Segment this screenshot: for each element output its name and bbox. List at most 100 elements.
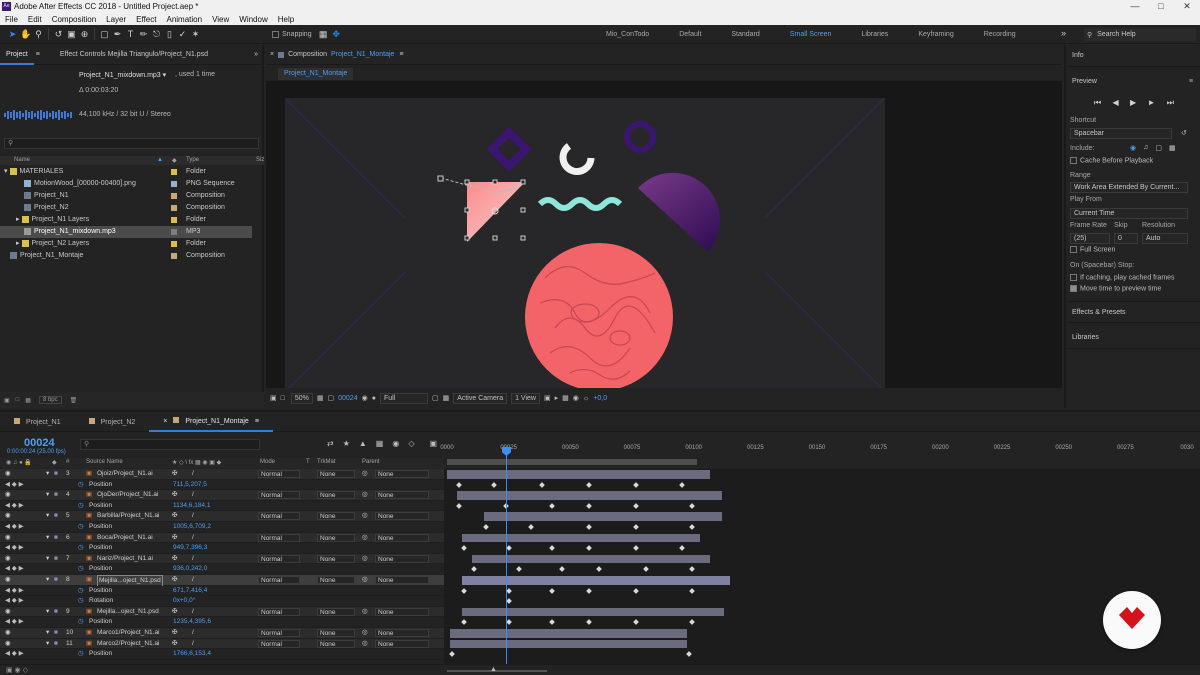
keyframe[interactable] xyxy=(471,566,477,573)
keyframe[interactable] xyxy=(549,587,555,594)
layer-bars-area[interactable] xyxy=(444,469,1200,664)
menu-layer[interactable]: Layer xyxy=(101,15,131,24)
quality-switch-icon[interactable]: / xyxy=(192,639,194,649)
keyframe[interactable] xyxy=(689,587,695,594)
property-value[interactable]: 671,7,416,4 xyxy=(173,586,207,596)
keyframe[interactable] xyxy=(689,502,695,509)
parent-dropdown[interactable]: None xyxy=(375,554,429,563)
expand-arrow-icon[interactable]: ▾ xyxy=(4,168,8,175)
layer-controls-icon[interactable]: ▦ xyxy=(1169,144,1176,152)
views-dropdown[interactable]: 1 View xyxy=(511,392,540,404)
property-value[interactable]: 1766,6,153,4 xyxy=(173,649,211,659)
layer-label-color[interactable]: ■ xyxy=(54,575,58,585)
snap-options-icon[interactable]: ▦ xyxy=(318,29,329,40)
label-color[interactable] xyxy=(171,169,177,175)
menu-window[interactable]: Window xyxy=(234,15,272,24)
composition-viewer[interactable] xyxy=(266,81,1062,392)
region-of-interest-icon[interactable]: ▢ xyxy=(432,394,439,402)
layer-name[interactable]: Nariz/Project_N1.ai xyxy=(97,554,153,564)
menu-help[interactable]: Help xyxy=(273,15,299,24)
stopwatch-icon[interactable]: ◷ xyxy=(78,564,84,574)
flowchart-icon[interactable]: ◉ xyxy=(573,394,579,402)
composition-name[interactable]: Project_N1_Montaje xyxy=(331,51,394,58)
comp-flowchart-tab[interactable]: Project_N1_Montaje xyxy=(278,68,354,80)
layer-expand-arrow-icon[interactable]: ▾ xyxy=(46,639,49,649)
visibility-eye-icon[interactable]: ◉ xyxy=(5,469,11,479)
layer-name[interactable]: Barbilla/Project_N1.ai xyxy=(97,511,160,521)
blend-mode-dropdown[interactable]: Normal xyxy=(258,576,300,584)
layer-name[interactable]: Ojoiz/Project_N1.ai xyxy=(97,469,153,479)
parent-dropdown[interactable]: None xyxy=(375,491,429,500)
visibility-eye-icon[interactable]: ◉ xyxy=(5,554,11,564)
panel-menu-icon[interactable]: ≡ xyxy=(1189,78,1193,85)
project-search-input[interactable]: ⚲ xyxy=(4,138,259,149)
video-toggle-icon[interactable]: ◉ xyxy=(1130,144,1136,152)
parent-dropdown[interactable]: None xyxy=(375,576,429,584)
keyframe[interactable] xyxy=(449,651,455,658)
property-value[interactable]: 1235,4,395,6 xyxy=(173,617,211,627)
blend-mode-dropdown[interactable]: Normal xyxy=(258,470,300,478)
full-screen-option[interactable]: Full Screen xyxy=(1070,246,1115,253)
skip-dropdown[interactable]: 0 xyxy=(1114,233,1138,244)
layer-type-icon[interactable]: ▣ xyxy=(86,533,92,543)
layer-duration-bar[interactable] xyxy=(457,491,722,500)
layer-type-icon[interactable]: ▣ xyxy=(86,639,92,649)
hand-tool-icon[interactable]: ✋ xyxy=(20,29,31,40)
stopwatch-icon[interactable]: ◷ xyxy=(78,543,84,553)
type-tool-icon[interactable]: T xyxy=(125,29,136,40)
close-panel-icon[interactable]: × xyxy=(270,51,274,58)
keyframe[interactable] xyxy=(689,566,695,573)
property-row[interactable]: ◀ ◆ ▶ ◷ Rotation 0x+0,0° xyxy=(0,596,444,607)
stopwatch-icon[interactable]: ◷ xyxy=(78,596,84,606)
search-help-field[interactable]: ⚲ Search Help xyxy=(1084,28,1196,41)
layer-expand-arrow-icon[interactable]: ▾ xyxy=(46,533,49,543)
property-row[interactable]: ◀ ◆ ▶ ◷ Position 1134,6,184,1 xyxy=(0,500,444,512)
camera-tool-icon[interactable]: ▣ xyxy=(66,29,77,40)
track-matte-dropdown[interactable]: None xyxy=(317,607,355,616)
mask-visibility-icon[interactable]: ▢ xyxy=(328,394,335,402)
layer-duration-bar[interactable] xyxy=(462,607,724,617)
layer-type-icon[interactable]: ▣ xyxy=(86,554,92,564)
toggle-switches-icon[interactable]: ▣ ◉ ◇ xyxy=(6,666,28,674)
keyframe[interactable] xyxy=(506,598,512,605)
panel-overflow-icon[interactable]: » xyxy=(254,51,258,58)
layer-row[interactable]: ◉ ▾ ■ 10 ▣ Marco1/Project_N1.ai ✠ / Normal None ◎ N… xyxy=(0,628,444,639)
property-row[interactable]: ◀ ◆ ▶ ◷ Position 1235,4,395,6 xyxy=(0,617,444,628)
layer-expand-arrow-icon[interactable]: ▾ xyxy=(46,575,49,585)
previous-frame-icon[interactable]: ◀ xyxy=(1113,98,1119,108)
parent-pickwhip-icon[interactable]: ◎ xyxy=(362,533,368,543)
zoom-out-icon[interactable]: ▲ xyxy=(490,666,497,673)
stopwatch-icon[interactable]: ◷ xyxy=(78,522,84,532)
label-color[interactable] xyxy=(171,181,177,187)
keyframe[interactable] xyxy=(633,481,639,488)
keyframe[interactable] xyxy=(586,481,592,488)
collapse-switch-icon[interactable]: ✠ xyxy=(172,639,177,649)
layer-type-icon[interactable]: ▣ xyxy=(86,607,92,617)
shape-tool-icon[interactable]: ▢ xyxy=(99,29,110,40)
layer-number[interactable]: 11 xyxy=(66,639,73,649)
rotate-tool-icon[interactable]: ↺ xyxy=(53,29,64,40)
new-folder-icon[interactable]: □ xyxy=(16,397,20,403)
draft-3d-icon[interactable]: ★ xyxy=(343,439,350,448)
layer-type-icon[interactable]: ▣ xyxy=(86,469,92,479)
if-caching-option[interactable]: If caching, play cached frames xyxy=(1070,274,1175,281)
stopwatch-icon[interactable]: ◷ xyxy=(78,586,84,596)
col-trkmat[interactable]: TrkMat xyxy=(317,459,335,465)
expand-arrow-icon[interactable]: ▸ xyxy=(16,216,20,223)
keyframe-navigator-icon[interactable]: ◀ ◆ ▶ xyxy=(5,543,24,553)
parent-pickwhip-icon[interactable]: ◎ xyxy=(362,490,368,500)
parent-pickwhip-icon[interactable]: ◎ xyxy=(362,628,368,638)
keyframe[interactable] xyxy=(506,545,512,552)
visibility-eye-icon[interactable]: ◉ xyxy=(5,575,11,585)
quality-switch-icon[interactable]: / xyxy=(192,511,194,521)
keyframe[interactable] xyxy=(679,481,685,488)
range-dropdown[interactable]: Work Area Extended By Current... xyxy=(1070,182,1188,193)
layer-row[interactable]: ◉ ▾ ■ 3 ▣ Ojoiz/Project_N1.ai ✠ / Normal None ◎ Non… xyxy=(0,469,444,480)
menu-effect[interactable]: Effect xyxy=(131,15,161,24)
quality-switch-icon[interactable]: / xyxy=(192,469,194,479)
lock-icon[interactable] xyxy=(278,51,285,58)
keyframe-navigator-icon[interactable]: ◀ ◆ ▶ xyxy=(5,596,24,606)
collapse-switch-icon[interactable]: ✠ xyxy=(172,575,177,585)
play-icon[interactable]: ▶ xyxy=(1130,98,1136,108)
list-item[interactable]: Project_N2 Composition xyxy=(0,202,264,214)
